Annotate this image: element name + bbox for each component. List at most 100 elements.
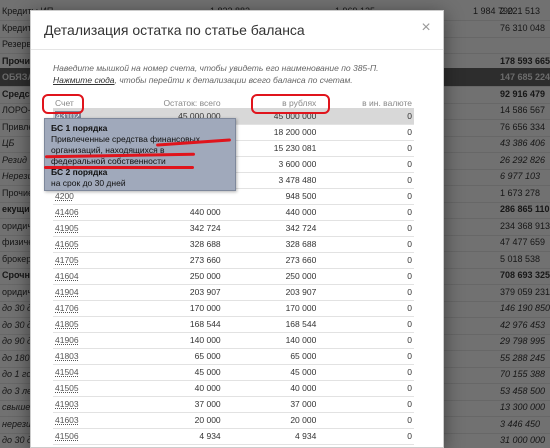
column-header-fx: в ин. валюте (362, 97, 412, 108)
total-cell: 140 000 (127, 332, 223, 349)
rub-cell: 3 478 480 (222, 172, 319, 189)
annotation-rub-circle (251, 94, 330, 114)
table-row: 41906 140 000 140 000 0 (53, 332, 414, 349)
table-row: 41905 342 724 342 724 0 (53, 220, 414, 237)
account-cell: 41506 (53, 428, 127, 445)
annotation-underline-3 (44, 166, 194, 169)
rub-cell: 273 660 (222, 252, 319, 269)
table-row: 41904 203 907 203 907 0 (53, 284, 414, 301)
table-row: 41605 328 688 328 688 0 (53, 236, 414, 253)
total-cell: 37 000 (127, 396, 223, 413)
account-link[interactable]: 41504 (55, 367, 79, 377)
fx-cell: 0 (318, 172, 414, 189)
fx-cell: 0 (318, 220, 414, 237)
tooltip-heading-2: БС 2 порядка (51, 167, 108, 177)
total-label: Всего (53, 444, 127, 448)
total-cell: 273 660 (127, 252, 223, 269)
rub-cell: 140 000 (222, 332, 319, 349)
table-row: 41805 168 544 168 544 0 (53, 316, 414, 333)
account-link[interactable]: 41406 (55, 207, 79, 217)
account-link[interactable]: 41706 (55, 303, 79, 313)
account-link[interactable]: 41903 (55, 399, 79, 409)
table-row: 41504 45 000 45 000 0 (53, 364, 414, 381)
close-icon[interactable]: × (418, 20, 434, 36)
annotation-account-circle (42, 94, 84, 114)
table-row: 41406 440 000 440 000 0 (53, 204, 414, 221)
fx-cell: 0 (318, 380, 414, 397)
fx-cell: 0 (318, 124, 414, 141)
account-cell: 41605 (53, 236, 127, 253)
rub-cell: 342 724 (222, 220, 319, 237)
fx-cell: 0 (318, 316, 414, 333)
rub-cell: 250 000 (222, 268, 319, 285)
balance-detail-modal: Детализация остатка по статье баланса × … (30, 10, 444, 448)
account-cell: 41805 (53, 316, 127, 333)
fx-cell: 0 (318, 156, 414, 173)
account-link[interactable]: 41905 (55, 223, 79, 233)
fx-cell: 0 (318, 268, 414, 285)
account-link[interactable]: 41505 (55, 383, 79, 393)
account-link[interactable]: 41506 (55, 431, 79, 441)
fx-cell: 0 (318, 364, 414, 381)
fx-cell: 0 (318, 348, 414, 365)
fx-cell: 0 (318, 140, 414, 157)
account-cell: 41604 (53, 268, 127, 285)
account-link[interactable]: 41604 (55, 271, 79, 281)
modal-hint: Наведите мышкой на номер счета, чтобы ув… (53, 62, 433, 86)
account-link[interactable]: 41904 (55, 287, 79, 297)
account-cell: 41603 (53, 412, 127, 429)
rub-cell: 948 500 (222, 188, 319, 205)
fx-cell: 0 (318, 236, 414, 253)
account-link[interactable]: 41906 (55, 335, 79, 345)
tooltip-body-2: на срок до 30 дней (51, 178, 126, 188)
rub-cell: 37 000 (222, 396, 319, 413)
total-cell: 45 000 (127, 364, 223, 381)
modal-title: Детализация остатка по статье баланса (44, 22, 305, 38)
rub-cell: 168 544 (222, 316, 319, 333)
account-cell: 41505 (53, 380, 127, 397)
account-cell: 41406 (53, 204, 127, 221)
rub-cell: 328 688 (222, 236, 319, 253)
account-link[interactable]: 4200 (55, 191, 74, 201)
total-rub-cell: 88 992 118 (223, 444, 319, 448)
account-cell: 41904 (53, 284, 127, 301)
full-balance-link[interactable]: Нажмите сюда (53, 75, 115, 85)
total-cell: 342 724 (127, 220, 223, 237)
account-cell: 41504 (53, 364, 127, 381)
total-fx-cell: 0 (318, 444, 414, 448)
rub-cell: 20 000 (222, 412, 319, 429)
table-row: 41603 20 000 20 000 0 (53, 412, 414, 429)
fx-cell: 0 (318, 204, 414, 221)
rub-cell: 65 000 (222, 348, 319, 365)
table-row: 41903 37 000 37 000 0 (53, 396, 414, 413)
table-row: 41803 65 000 65 000 0 (53, 348, 414, 365)
account-link[interactable]: 41805 (55, 319, 79, 329)
fx-cell: 0 (318, 428, 414, 445)
total-cell: 40 000 (127, 380, 223, 397)
rub-cell: 3 600 000 (222, 156, 319, 173)
rub-cell: 15 230 081 (222, 140, 319, 157)
rub-cell: 45 000 (222, 364, 319, 381)
fx-cell: 0 (318, 252, 414, 269)
total-cell: 203 907 (127, 284, 223, 301)
account-cell: 41906 (53, 332, 127, 349)
account-cell: 41905 (53, 220, 127, 237)
table-row: 41706 170 000 170 000 0 (53, 300, 414, 317)
account-link[interactable]: 41705 (55, 255, 79, 265)
account-link[interactable]: 41603 (55, 415, 79, 425)
account-cell: 41706 (53, 300, 127, 317)
tooltip-heading-1: БС 1 порядка (51, 123, 108, 133)
account-cell: 41705 (53, 252, 127, 269)
account-link[interactable]: 41803 (55, 351, 79, 361)
fx-cell: 0 (318, 108, 414, 125)
fx-cell: 0 (318, 412, 414, 429)
account-cell: 41803 (53, 348, 127, 365)
total-cell: 250 000 (127, 268, 223, 285)
column-header-total: Остаток: всего (163, 97, 221, 108)
hint-line-2: Нажмите сюда, чтобы перейти к детализаци… (53, 74, 433, 86)
account-link[interactable]: 41605 (55, 239, 79, 249)
fx-cell: 0 (318, 284, 414, 301)
table-row: 41505 40 000 40 000 0 (53, 380, 414, 397)
hint-line-1: Наведите мышкой на номер счета, чтобы ув… (53, 63, 379, 73)
table-header: Счет Остаток: всего в рублях в ин. валют… (53, 97, 414, 108)
